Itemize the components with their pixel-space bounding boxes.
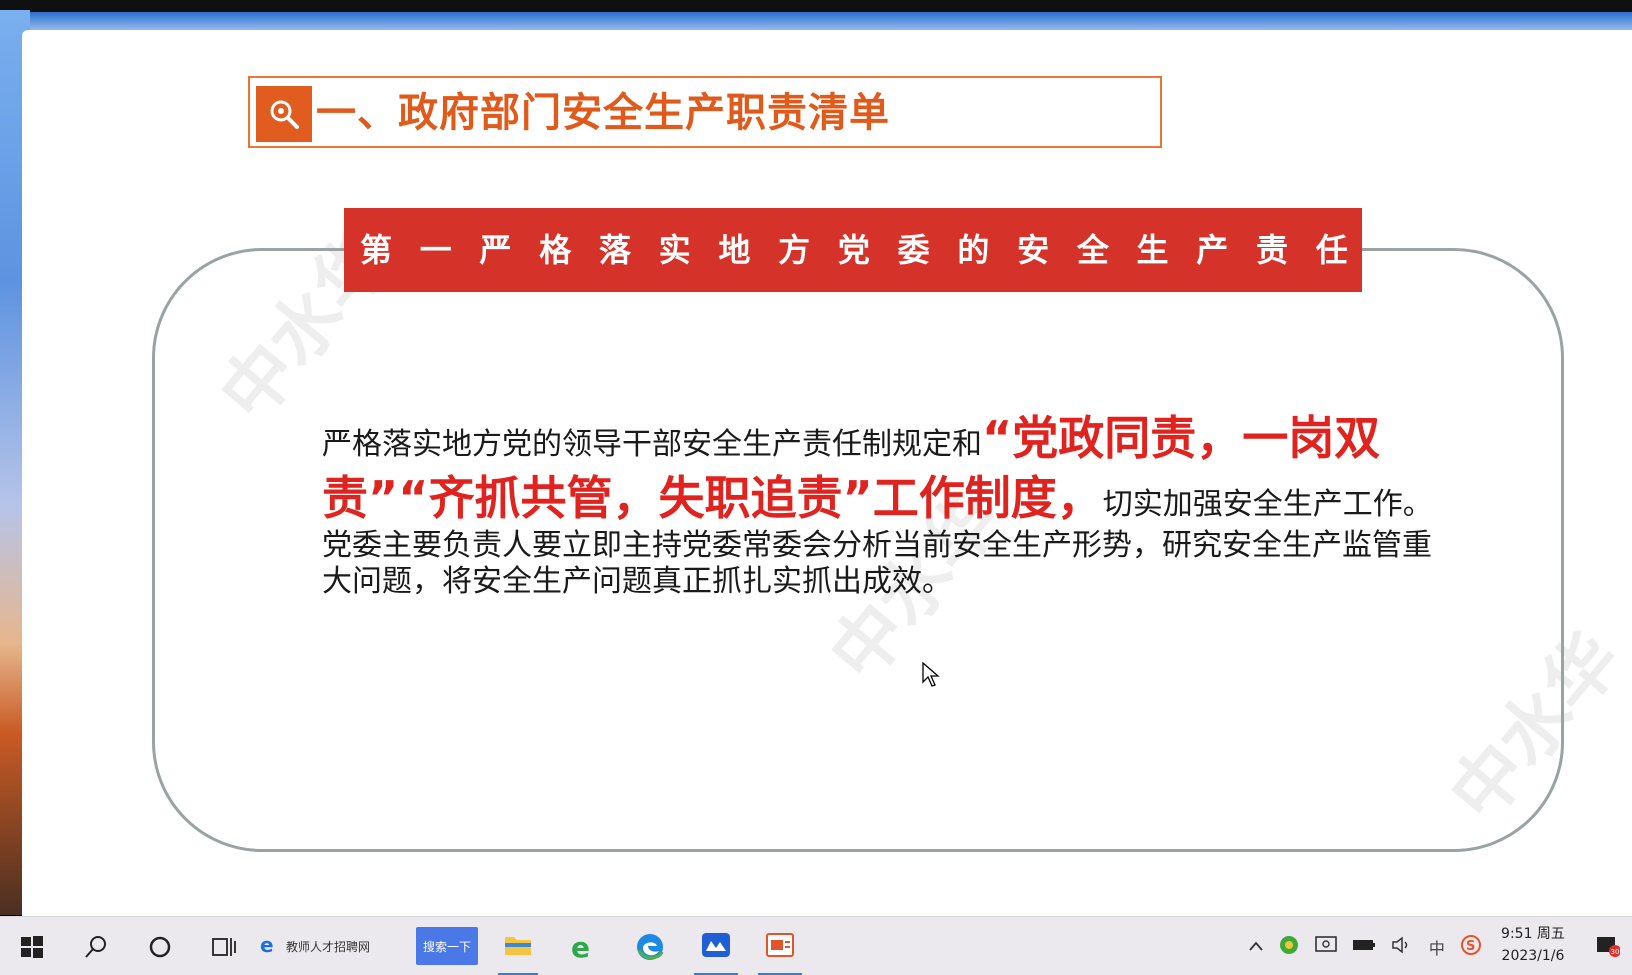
- mouse-cursor-icon: [922, 661, 940, 692]
- banner-char: 生: [1136, 231, 1169, 269]
- banner-char: 实: [658, 231, 691, 269]
- banner-char: 格: [539, 231, 572, 269]
- banner-char: 落: [598, 231, 631, 269]
- edge-icon[interactable]: [628, 917, 672, 975]
- slide-title-box: 一、政府部门安全生产职责清单: [248, 76, 1162, 148]
- svg-text:e: e: [260, 934, 274, 956]
- window-top-bar: [0, 12, 1632, 32]
- magnifier-icon: [256, 86, 312, 142]
- display-icon[interactable]: [1314, 935, 1337, 959]
- top-strip: [0, 0, 1632, 12]
- ie-tab-label: 教师人才招聘网: [286, 940, 371, 954]
- banner-char: 产: [1196, 231, 1229, 269]
- taskbar: e 教师人才招聘网 搜索一下 e 中 S 9:51 周五 2023/1/6 30: [0, 916, 1632, 975]
- battery-icon[interactable]: [1352, 937, 1376, 956]
- banner-char: 的: [957, 231, 990, 269]
- banner-char: 方: [778, 231, 811, 269]
- ie-green-icon[interactable]: e: [562, 917, 602, 975]
- screen: 中水华 中水华 中水华 一、政府部门安全生产职责清单 第 一 严 格 落 实 地…: [0, 0, 1632, 975]
- svg-text:S: S: [1466, 939, 1475, 954]
- slide-title: 一、政府部门安全生产职责清单: [316, 90, 890, 136]
- app-icon[interactable]: [694, 917, 738, 975]
- sogou-icon[interactable]: S: [1460, 934, 1482, 960]
- volume-icon[interactable]: [1391, 935, 1413, 959]
- chevron-up-icon[interactable]: [1248, 937, 1264, 956]
- svg-text:e: e: [571, 933, 590, 961]
- banner-char: 党: [837, 231, 870, 269]
- banner-char: 严: [479, 231, 512, 269]
- banner-char: 全: [1076, 231, 1109, 269]
- slide-body-paragraph: 严格落实地方党的领导干部安全生产责任制规定和“党政同责，一岗双责”“齐抓共管，失…: [322, 408, 1442, 600]
- task-view-icon[interactable]: [204, 917, 244, 975]
- clock-date: 2023/1/6: [1501, 948, 1565, 964]
- body-text-intro: 严格落实地方党的领导干部安全生产责任制规定和: [322, 427, 982, 462]
- banner-char: 安: [1017, 231, 1050, 269]
- ime-indicator[interactable]: 中: [1429, 935, 1445, 959]
- search-icon[interactable]: [76, 917, 116, 975]
- svg-text:30: 30: [1611, 948, 1620, 956]
- banner-char: 第: [360, 231, 393, 269]
- banner-char: 一: [419, 231, 452, 269]
- file-explorer-icon[interactable]: [498, 917, 538, 975]
- banner-char: 任: [1315, 231, 1348, 269]
- banner-char: 委: [897, 231, 930, 269]
- search-button[interactable]: 搜索一下: [416, 927, 478, 965]
- section-banner: 第 一 严 格 落 实 地 方 党 委 的 安 全 生 产 责 任: [344, 208, 1362, 292]
- windows-start-icon[interactable]: [12, 917, 52, 975]
- taskbar-ie-window[interactable]: e 教师人才招聘网: [258, 917, 406, 975]
- system-tray: 中 S: [1240, 917, 1490, 975]
- taskbar-clock[interactable]: 9:51 周五 2023/1/6: [1494, 923, 1572, 967]
- banner-char: 责: [1256, 231, 1289, 269]
- powerpoint-icon[interactable]: [758, 917, 802, 975]
- notification-center-icon[interactable]: 30: [1596, 935, 1621, 957]
- clock-time: 9:51 周五: [1501, 926, 1565, 942]
- banner-char: 地: [718, 231, 751, 269]
- ie-icon: e: [258, 933, 280, 960]
- cortana-icon[interactable]: [140, 917, 180, 975]
- security-icon[interactable]: [1279, 935, 1299, 959]
